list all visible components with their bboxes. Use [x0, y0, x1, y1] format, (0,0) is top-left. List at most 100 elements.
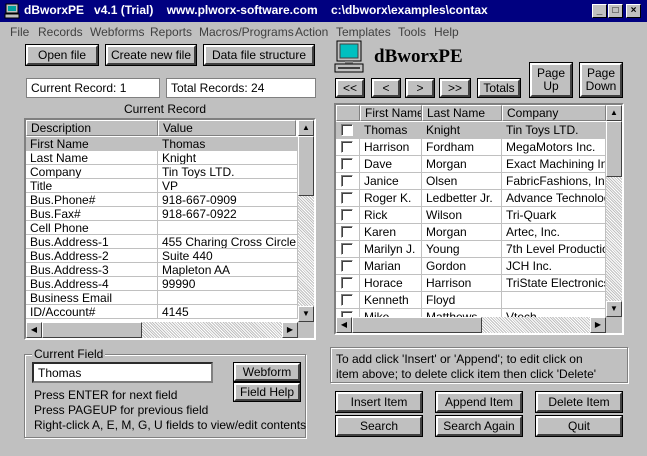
menu-action[interactable]: Action: [295, 25, 328, 39]
list-row-company[interactable]: Tin Toys LTD.: [502, 122, 606, 139]
list-row-company[interactable]: 7th Level Productions: [502, 241, 606, 258]
first-record-button[interactable]: <<: [336, 79, 364, 97]
menu-macros-programs[interactable]: Macros/Programs: [199, 25, 294, 39]
delete-item-button[interactable]: Delete Item: [536, 392, 622, 412]
menu-templates[interactable]: Templates: [336, 25, 391, 39]
list-row-company[interactable]: MegaMotors Inc.: [502, 139, 606, 156]
list-row-company[interactable]: Artec, Inc.: [502, 224, 606, 241]
create-new-file-button[interactable]: Create new file: [106, 45, 196, 65]
record-row-value[interactable]: 918-667-0922: [158, 207, 298, 221]
menu-file[interactable]: File: [10, 25, 29, 39]
row-checkbox[interactable]: [341, 192, 353, 204]
column-header-description[interactable]: Description: [26, 120, 158, 136]
records-list-grid[interactable]: First Name Last Name Company Thomas Knigh…: [334, 103, 624, 335]
list-scroll-right-button[interactable]: ▶: [590, 317, 606, 333]
list-row-first-name[interactable]: Dave: [360, 156, 422, 173]
totals-button[interactable]: Totals: [478, 79, 520, 97]
list-row-first-name[interactable]: Horace: [360, 275, 422, 292]
record-row-description[interactable]: Business Email: [26, 291, 158, 305]
record-scroll-right-button[interactable]: ▶: [282, 322, 298, 338]
row-checkbox[interactable]: [341, 141, 353, 153]
record-row-value[interactable]: Suite 440: [158, 249, 298, 263]
list-row-last-name[interactable]: Wilson: [422, 207, 502, 224]
last-record-button[interactable]: >>: [440, 79, 470, 97]
record-row-value[interactable]: 918-667-0909: [158, 193, 298, 207]
record-row-description[interactable]: Cell Phone: [26, 221, 158, 235]
menu-webforms[interactable]: Webforms: [90, 25, 144, 39]
row-checkbox[interactable]: [341, 124, 353, 136]
row-checkbox[interactable]: [341, 243, 353, 255]
list-row-last-name[interactable]: Olsen: [422, 173, 502, 190]
row-checkbox[interactable]: [341, 294, 353, 306]
record-row-description[interactable]: Company: [26, 165, 158, 179]
record-row-value[interactable]: Knight: [158, 151, 298, 165]
row-checkbox[interactable]: [341, 175, 353, 187]
record-row-value[interactable]: [158, 291, 298, 305]
append-item-button[interactable]: Append Item: [436, 392, 522, 412]
record-scroll-left-button[interactable]: ◀: [26, 322, 42, 338]
insert-item-button[interactable]: Insert Item: [336, 392, 422, 412]
list-row-last-name[interactable]: Gordon: [422, 258, 502, 275]
list-row-company[interactable]: TriState Electronics: [502, 275, 606, 292]
record-row-value[interactable]: Tin Toys LTD.: [158, 165, 298, 179]
menu-tools[interactable]: Tools: [398, 25, 426, 39]
list-row-first-name[interactable]: Harrison: [360, 139, 422, 156]
list-scroll-thumb[interactable]: [606, 121, 622, 177]
list-row-last-name[interactable]: Morgan: [422, 156, 502, 173]
open-file-button[interactable]: Open file: [26, 45, 98, 65]
prev-record-button[interactable]: <: [372, 79, 400, 97]
list-row-first-name[interactable]: Kenneth: [360, 292, 422, 309]
menu-help[interactable]: Help: [434, 25, 459, 39]
record-grid[interactable]: Description Value First Name Thomas Last N…: [24, 118, 316, 340]
quit-button[interactable]: Quit: [536, 416, 622, 436]
list-row-company[interactable]: Tri-Quark: [502, 207, 606, 224]
record-row-value[interactable]: 99990: [158, 277, 298, 291]
column-header-company[interactable]: Company: [502, 105, 606, 121]
menu-records[interactable]: Records: [38, 25, 83, 39]
record-hscroll-thumb[interactable]: [42, 322, 142, 338]
record-row-value[interactable]: 455 Charing Cross Circle: [158, 235, 298, 249]
list-row-first-name[interactable]: Roger K.: [360, 190, 422, 207]
list-row-last-name[interactable]: Fordham: [422, 139, 502, 156]
list-row-company[interactable]: JCH Inc.: [502, 258, 606, 275]
record-scroll-up-button[interactable]: ▲: [298, 120, 314, 136]
record-row-value[interactable]: Thomas: [158, 137, 298, 151]
record-row-description[interactable]: Bus.Address-4: [26, 277, 158, 291]
record-row-description[interactable]: Bus.Address-2: [26, 249, 158, 263]
list-row-last-name[interactable]: Knight: [422, 122, 502, 139]
list-row-first-name[interactable]: Marilyn J.: [360, 241, 422, 258]
record-row-value[interactable]: [158, 221, 298, 235]
list-row-company[interactable]: FabricFashions, Inc.: [502, 173, 606, 190]
field-help-button[interactable]: Field Help: [234, 383, 300, 401]
list-row-last-name[interactable]: Harrison: [422, 275, 502, 292]
list-scroll-left-button[interactable]: ◀: [336, 317, 352, 333]
list-row-company[interactable]: Advance Technology: [502, 190, 606, 207]
list-hscroll-thumb[interactable]: [352, 317, 482, 333]
list-row-company[interactable]: [502, 292, 606, 309]
maximize-button[interactable]: □: [608, 4, 623, 18]
list-row-last-name[interactable]: Young: [422, 241, 502, 258]
record-row-description[interactable]: Last Name: [26, 151, 158, 165]
current-field-input[interactable]: Thomas: [32, 362, 213, 383]
record-row-description[interactable]: Bus.Phone#: [26, 193, 158, 207]
list-row-first-name[interactable]: Thomas: [360, 122, 422, 139]
list-row-first-name[interactable]: Marian: [360, 258, 422, 275]
data-file-structure-button[interactable]: Data file structure: [204, 45, 314, 65]
list-row-last-name[interactable]: Ledbetter Jr.: [422, 190, 502, 207]
webform-button[interactable]: Webform: [234, 363, 300, 381]
record-row-description[interactable]: Bus.Fax#: [26, 207, 158, 221]
list-row-first-name[interactable]: Rick: [360, 207, 422, 224]
list-scroll-down-button[interactable]: ▼: [606, 301, 622, 317]
row-checkbox[interactable]: [341, 277, 353, 289]
title-bar[interactable]: dBworxPE v4.1 (Trial) www.plworx-softwar…: [0, 0, 647, 22]
record-row-description[interactable]: Bus.Address-3: [26, 263, 158, 277]
record-scroll-down-button[interactable]: ▼: [298, 306, 314, 322]
close-button[interactable]: ×: [626, 4, 641, 18]
column-header-first-name[interactable]: First Name: [360, 105, 422, 121]
list-row-last-name[interactable]: Morgan: [422, 224, 502, 241]
column-header-last-name[interactable]: Last Name: [422, 105, 502, 121]
list-row-company[interactable]: Exact Machining Inc.: [502, 156, 606, 173]
record-row-description[interactable]: ID/Account#: [26, 305, 158, 319]
row-checkbox[interactable]: [341, 260, 353, 272]
record-row-description[interactable]: First Name: [26, 137, 158, 151]
